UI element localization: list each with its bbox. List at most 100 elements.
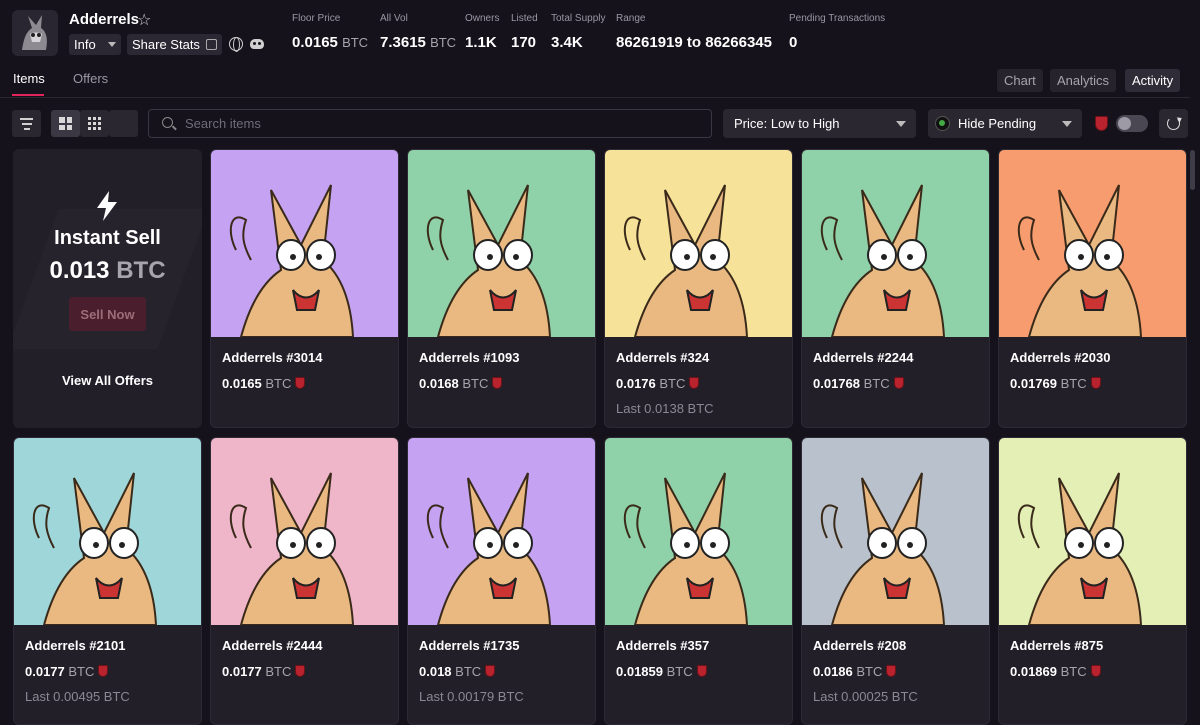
nft-name[interactable]: Adderrels #357 — [616, 638, 709, 653]
collection-header: Adderrels ☆ Info Share Stats Floor Price… — [0, 0, 1200, 62]
nft-card[interactable]: Adderrels #3014 0.0165 BTC — [210, 149, 399, 428]
nft-image[interactable] — [999, 150, 1186, 337]
info-label: Info — [74, 37, 96, 52]
instant-sell-value: 0.013 — [49, 257, 110, 284]
nft-name[interactable]: Adderrels #208 — [813, 638, 906, 653]
share-stats-button[interactable]: Share Stats — [127, 34, 222, 55]
stat-value: 3.4K — [551, 34, 583, 51]
tab-activity[interactable]: Activity — [1125, 69, 1181, 92]
star-icon[interactable]: ☆ — [137, 10, 151, 30]
nft-image[interactable] — [211, 150, 398, 337]
nft-name[interactable]: Adderrels #1735 — [419, 638, 519, 653]
stat-all-vol: All Vol 7.3615 BTC — [380, 13, 456, 51]
stat-value: 7.3615 — [380, 34, 426, 51]
discord-icon[interactable] — [250, 39, 264, 49]
shield-icon — [689, 377, 700, 389]
nft-price-value: 0.0177 — [222, 664, 262, 679]
stat-pending-transactions: Pending Transactions 0 — [789, 13, 885, 51]
tab-analytics[interactable]: Analytics — [1050, 69, 1117, 92]
nft-price-unit: BTC — [265, 376, 292, 391]
nft-card[interactable]: Adderrels #324 0.0176 BTC Last 0.0138 BTC — [604, 149, 793, 428]
share-icon — [206, 39, 217, 50]
collection-name: Adderrels — [69, 11, 140, 28]
nft-name[interactable]: Adderrels #875 — [1010, 638, 1103, 653]
nft-image[interactable] — [14, 438, 201, 625]
tab-offers[interactable]: Offers — [73, 71, 108, 86]
search-icon — [162, 117, 173, 128]
nft-price-value: 0.0165 — [222, 376, 262, 391]
refresh-button[interactable] — [1159, 109, 1188, 138]
nft-name[interactable]: Adderrels #324 — [616, 350, 709, 365]
stat-value: 0 — [789, 34, 798, 51]
nft-image[interactable] — [605, 438, 792, 625]
filter-icon[interactable] — [12, 110, 41, 137]
list-icon[interactable] — [109, 110, 138, 137]
nft-image[interactable] — [802, 438, 989, 625]
bolt-icon — [97, 191, 117, 221]
nft-card[interactable]: Adderrels #1093 0.0168 BTC — [407, 149, 596, 428]
nft-price-value: 0.0177 — [25, 664, 65, 679]
nft-image[interactable] — [802, 150, 989, 337]
tab-items[interactable]: Items — [13, 71, 45, 86]
verified-toggle[interactable] — [1116, 115, 1148, 132]
nft-card[interactable]: Adderrels #357 0.01859 BTC — [604, 437, 793, 725]
stat-listed: Listed 170 — [511, 13, 538, 51]
nft-price: 0.01768 BTC — [813, 376, 904, 391]
grid-small-icon[interactable] — [80, 110, 109, 137]
instant-sell-unit: BTC — [116, 257, 166, 284]
nft-last-sale: Last 0.00179 BTC — [419, 689, 524, 704]
stat-total-supply: Total Supply 3.4K — [551, 13, 605, 51]
globe-icon[interactable] — [229, 37, 243, 52]
nft-price-value: 0.01769 — [1010, 376, 1057, 391]
nft-price: 0.01869 BTC — [1010, 664, 1101, 679]
shield-icon — [295, 665, 306, 677]
stat-unit: BTC — [430, 35, 457, 50]
shield-icon — [492, 377, 503, 389]
collection-logo — [12, 10, 58, 56]
shield-icon — [886, 665, 897, 677]
nft-name[interactable]: Adderrels #2244 — [813, 350, 913, 365]
shield-icon — [485, 665, 496, 677]
nft-name[interactable]: Adderrels #2101 — [25, 638, 125, 653]
nft-image[interactable] — [211, 438, 398, 625]
shield-icon — [1090, 377, 1101, 389]
info-dropdown-button[interactable]: Info — [69, 34, 121, 55]
stat-value: 86261919 to 86266345 — [616, 34, 772, 51]
sort-label: Price: Low to High — [734, 116, 840, 131]
nft-name[interactable]: Adderrels #3014 — [222, 350, 322, 365]
nft-name[interactable]: Adderrels #2444 — [222, 638, 322, 653]
tab-chart[interactable]: Chart — [997, 69, 1043, 92]
nft-card[interactable]: Adderrels #2101 0.0177 BTC Last 0.00495 BT… — [13, 437, 202, 725]
grid-large-icon[interactable] — [51, 110, 80, 137]
nft-card[interactable]: Adderrels #1735 0.018 BTC Last 0.00179 BTC — [407, 437, 596, 725]
nft-image[interactable] — [999, 438, 1186, 625]
nft-card[interactable]: Adderrels #2244 0.01768 BTC — [801, 149, 990, 428]
nft-card[interactable]: Adderrels #875 0.01869 BTC — [998, 437, 1187, 725]
shield-icon — [98, 665, 109, 677]
chevron-down-icon — [108, 42, 116, 47]
nft-price: 0.0165 BTC — [222, 376, 306, 391]
nft-image[interactable] — [605, 150, 792, 337]
nft-image[interactable] — [408, 438, 595, 625]
sell-now-button[interactable]: Sell Now — [69, 297, 146, 331]
scrollbar[interactable] — [1190, 150, 1195, 190]
nft-image[interactable] — [408, 150, 595, 337]
active-tab-indicator — [12, 94, 44, 96]
view-all-offers-link[interactable]: View All Offers — [13, 373, 202, 388]
share-stats-label: Share Stats — [132, 37, 200, 52]
nft-price: 0.01769 BTC — [1010, 376, 1101, 391]
shield-icon — [295, 377, 306, 389]
nft-name[interactable]: Adderrels #1093 — [419, 350, 519, 365]
stat-range: Range 86261919 to 86266345 — [616, 13, 772, 51]
nft-card[interactable]: Adderrels #208 0.0186 BTC Last 0.00025 BTC — [801, 437, 990, 725]
instant-sell-title: Instant Sell — [54, 227, 161, 249]
nft-card[interactable]: Adderrels #2030 0.01769 BTC — [998, 149, 1187, 428]
sort-dropdown[interactable]: Price: Low to High — [723, 109, 916, 138]
search-input[interactable] — [185, 110, 705, 137]
pending-dropdown[interactable]: Hide Pending — [928, 109, 1082, 138]
nft-last-sale: Last 0.00025 BTC — [813, 689, 918, 704]
nft-price-unit: BTC — [1060, 376, 1087, 391]
nft-price: 0.0177 BTC — [25, 664, 109, 679]
nft-name[interactable]: Adderrels #2030 — [1010, 350, 1110, 365]
nft-card[interactable]: Adderrels #2444 0.0177 BTC — [210, 437, 399, 725]
